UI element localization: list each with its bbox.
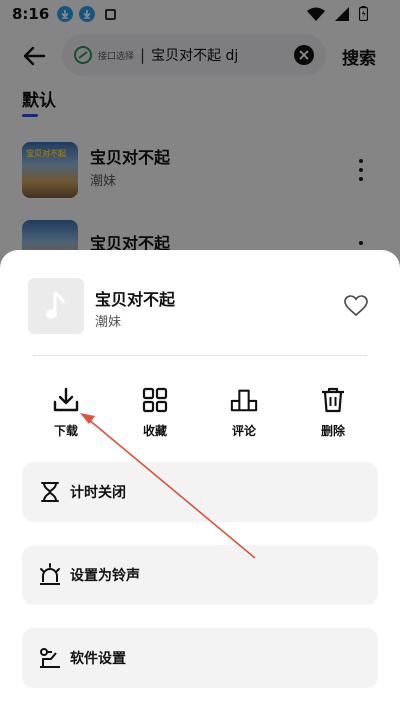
comment-button[interactable]: 评论 [214, 386, 274, 442]
sheet-song-title: 宝贝对不起 [95, 290, 176, 309]
sheet-song-artist: 潮妹 [95, 315, 122, 330]
heart-icon [344, 295, 368, 317]
grid-icon [141, 386, 169, 414]
download-button[interactable]: 下载 [36, 386, 96, 442]
favorite-button[interactable] [342, 292, 370, 320]
delete-label: 删除 [320, 424, 345, 438]
song-placeholder-cover [28, 278, 84, 334]
collect-label: 收藏 [142, 424, 167, 438]
hourglass-icon [38, 480, 62, 504]
collect-button[interactable]: 收藏 [125, 386, 185, 442]
comment-label: 评论 [231, 424, 256, 438]
action-bar: 下载 收藏 评论 删除 [0, 386, 400, 442]
app-settings-label: 软件设置 [70, 651, 126, 667]
delete-button[interactable]: 删除 [303, 386, 363, 442]
settings-icon [38, 646, 62, 670]
download-label: 下载 [53, 424, 78, 438]
alarm-icon [38, 563, 62, 587]
trash-icon [319, 386, 347, 414]
download-icon [52, 386, 80, 414]
music-note-icon [46, 291, 66, 319]
divider [33, 355, 367, 356]
song-options-sheet: 宝贝对不起 潮妹 下载 收藏 评论 删除 计时关闭 设置为铃声 软件设置 [0, 250, 400, 710]
timer-close-option[interactable]: 计时关闭 [22, 462, 378, 522]
timer-close-label: 计时关闭 [70, 485, 126, 501]
podium-icon [230, 386, 258, 414]
set-ringtone-label: 设置为铃声 [70, 568, 140, 584]
set-ringtone-option[interactable]: 设置为铃声 [22, 545, 378, 605]
app-settings-option[interactable]: 软件设置 [22, 628, 378, 688]
